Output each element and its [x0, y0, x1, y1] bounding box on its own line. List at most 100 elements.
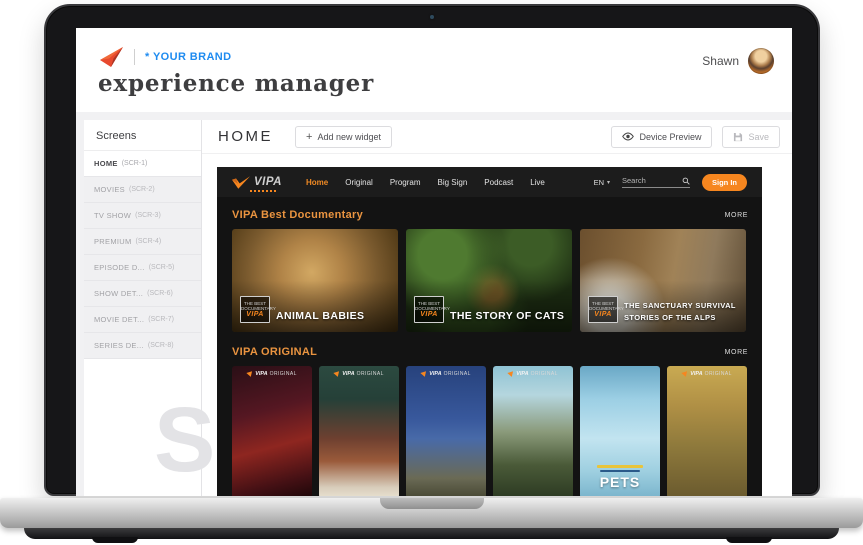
paper-plane-logo-icon: [100, 47, 123, 67]
poster-bicycle-ride[interactable]: VIPA ORIGINAL: [667, 366, 747, 496]
site-nav-big-sign[interactable]: Big Sign: [438, 178, 468, 187]
page-title: experience manager: [98, 70, 375, 97]
vipa-documentary-badge: THE BEST DOCUMENTARY VIPA: [414, 296, 450, 323]
vipa-documentary-badge: THE BEST DOCUMENTARY VIPA: [240, 296, 276, 323]
screen-label: SHOW DET...: [94, 289, 144, 298]
card-title: ANIMAL BABIES: [276, 310, 365, 322]
pets-title: PETS: [599, 474, 641, 490]
language-dropdown[interactable]: EN ▾: [594, 178, 610, 187]
device-preview-button[interactable]: Device Preview: [611, 125, 713, 148]
vipa-glyph-icon: [246, 370, 254, 378]
site-nav-program[interactable]: Program: [390, 178, 421, 187]
screen-code: (SCR-5): [148, 264, 175, 271]
laptop-frame: * YOUR BRAND experience manager Shawn Sc…: [44, 4, 820, 496]
poster-badge-brand: VIPA: [516, 371, 529, 377]
badge-top-text: THE BEST DOCUMENTARY: [241, 300, 276, 311]
pets-title-block: PETS: [580, 465, 660, 490]
brand-name: * YOUR BRAND: [145, 51, 232, 63]
save-button[interactable]: Save: [722, 125, 780, 148]
sidebar-item-episode-detail[interactable]: EPISODE D... (SCR-5): [84, 255, 201, 281]
poster-food-show[interactable]: VIPA ORIGINAL: [319, 366, 399, 496]
documentary-card-story-of-cats[interactable]: THE BEST DOCUMENTARY VIPA THE STORY OF C…: [406, 229, 572, 332]
screen-label: MOVIES: [94, 185, 125, 194]
save-label: Save: [748, 131, 769, 142]
vipa-wordmark: VIPA: [254, 176, 282, 188]
avatar[interactable]: [748, 48, 774, 74]
section-title: VIPA ORIGINAL: [232, 346, 318, 358]
screen-code: (SCR-3): [135, 212, 161, 219]
section-title: VIPA Best Documentary: [232, 209, 364, 221]
poster-pets[interactable]: PETS: [580, 366, 660, 496]
card-title: THE STORY OF CATS: [450, 310, 565, 322]
section-head-original: VIPA ORIGINAL MORE: [217, 346, 762, 358]
laptop-base: [0, 498, 863, 528]
vipa-glyph-icon: [681, 370, 689, 378]
screen-label: SERIES DE...: [94, 341, 144, 350]
poster-red-action-drama[interactable]: VIPA ORIGINAL: [232, 366, 312, 496]
sidebar-item-tv-show[interactable]: TV SHOW (SCR-3): [84, 203, 201, 229]
screen-code: (SCR-7): [148, 316, 174, 323]
search-input[interactable]: Search: [622, 176, 690, 188]
screen-label: HOME: [94, 159, 118, 168]
screen-label: PREMIUM: [94, 237, 132, 246]
main-toolbar: HOME + Add new widget Device Preview Sav…: [202, 120, 792, 154]
vipa-glyph-icon: [333, 370, 341, 378]
section-head-documentary: VIPA Best Documentary MORE: [217, 209, 762, 221]
site-nav-live[interactable]: Live: [530, 178, 545, 187]
screen-label: MOVIE DET...: [94, 315, 145, 324]
screen-label: TV SHOW: [94, 211, 132, 220]
vipa-glyph-icon: [507, 370, 515, 378]
vipa-original-badge: VIPA ORIGINAL: [232, 370, 312, 378]
documentary-card-sanctuary-alps[interactable]: THE BEST DOCUMENTARY VIPA THE SANCTUARY …: [580, 229, 746, 332]
screen-code: (SCR-4): [135, 238, 162, 245]
brand-row: * YOUR BRAND: [98, 46, 232, 68]
add-widget-label: Add new widget: [317, 131, 381, 142]
laptop-mockup: * YOUR BRAND experience manager Shawn Sc…: [0, 0, 863, 545]
screen-code: (SCR-6): [147, 290, 173, 297]
laptop-foot: [726, 537, 772, 543]
screen-code: (SCR-1): [121, 160, 148, 167]
pets-banner-bar: [597, 465, 643, 468]
poster-badge-label: ORIGINAL: [443, 371, 471, 377]
screen-label: EPISODE D...: [94, 263, 145, 272]
badge-brand-text: VIPA: [594, 311, 612, 319]
search-placeholder: Search: [622, 176, 646, 185]
site-nav-links: Home Original Program Big Sign Podcast L…: [306, 178, 545, 187]
site-logo[interactable]: VIPA: [232, 175, 282, 192]
sidebar-item-movie-detail[interactable]: MOVIE DET... (SCR-7): [84, 307, 201, 333]
original-posters-row: VIPA ORIGINAL VIPA ORIGINAL VIPA ORIGINA…: [217, 366, 762, 496]
sidebar-item-premium[interactable]: PREMIUM (SCR-4): [84, 229, 201, 255]
badge-brand-text: VIPA: [420, 311, 438, 319]
badge-top-text: THE BEST DOCUMENTARY: [415, 300, 450, 311]
add-new-widget-button[interactable]: + Add new widget: [295, 125, 392, 148]
device-preview-panel: VIPA Home Original Program Big Sign Podc…: [217, 167, 762, 496]
poster-city-trio[interactable]: VIPA ORIGINAL: [493, 366, 573, 496]
webcam-dot: [430, 15, 434, 19]
site-navbar: VIPA Home Original Program Big Sign Podc…: [217, 167, 762, 197]
badge-brand-text: VIPA: [246, 311, 264, 319]
card-title: THE SANCTUARY SURVIVAL STORIES OF THE AL…: [624, 301, 736, 322]
sign-in-button[interactable]: Sign In: [702, 173, 747, 191]
more-link[interactable]: MORE: [725, 349, 748, 356]
site-nav-podcast[interactable]: Podcast: [484, 178, 513, 187]
site-nav-original[interactable]: Original: [345, 178, 373, 187]
sidebar-item-movies[interactable]: MOVIES (SCR-2): [84, 177, 201, 203]
sidebar-item-series-detail[interactable]: SERIES DE... (SCR-8): [84, 333, 201, 359]
chevron-down-icon: ▾: [606, 179, 610, 186]
documentary-card-animal-babies[interactable]: THE BEST DOCUMENTARY VIPA ANIMAL BABIES: [232, 229, 398, 332]
sidebar-item-home[interactable]: HOME (SCR-1): [84, 151, 201, 177]
vipa-original-badge: VIPA ORIGINAL: [319, 370, 399, 378]
site-nav-home[interactable]: Home: [306, 178, 328, 187]
vipa-glyph-icon: [420, 370, 428, 378]
poster-badge-brand: VIPA: [342, 371, 355, 377]
poster-girl-trio[interactable]: VIPA ORIGINAL: [406, 366, 486, 496]
more-link[interactable]: MORE: [725, 212, 748, 219]
laptop-lid-notch: [379, 498, 484, 509]
divider: [134, 49, 135, 65]
user-box: Shawn: [702, 48, 774, 74]
poster-badge-label: ORIGINAL: [530, 371, 558, 377]
poster-badge-brand: VIPA: [690, 371, 703, 377]
logo-tagline-strip: [250, 189, 276, 192]
site-nav-right: EN ▾ Search Sign In: [594, 173, 747, 191]
sidebar-item-show-detail[interactable]: SHOW DET... (SCR-6): [84, 281, 201, 307]
